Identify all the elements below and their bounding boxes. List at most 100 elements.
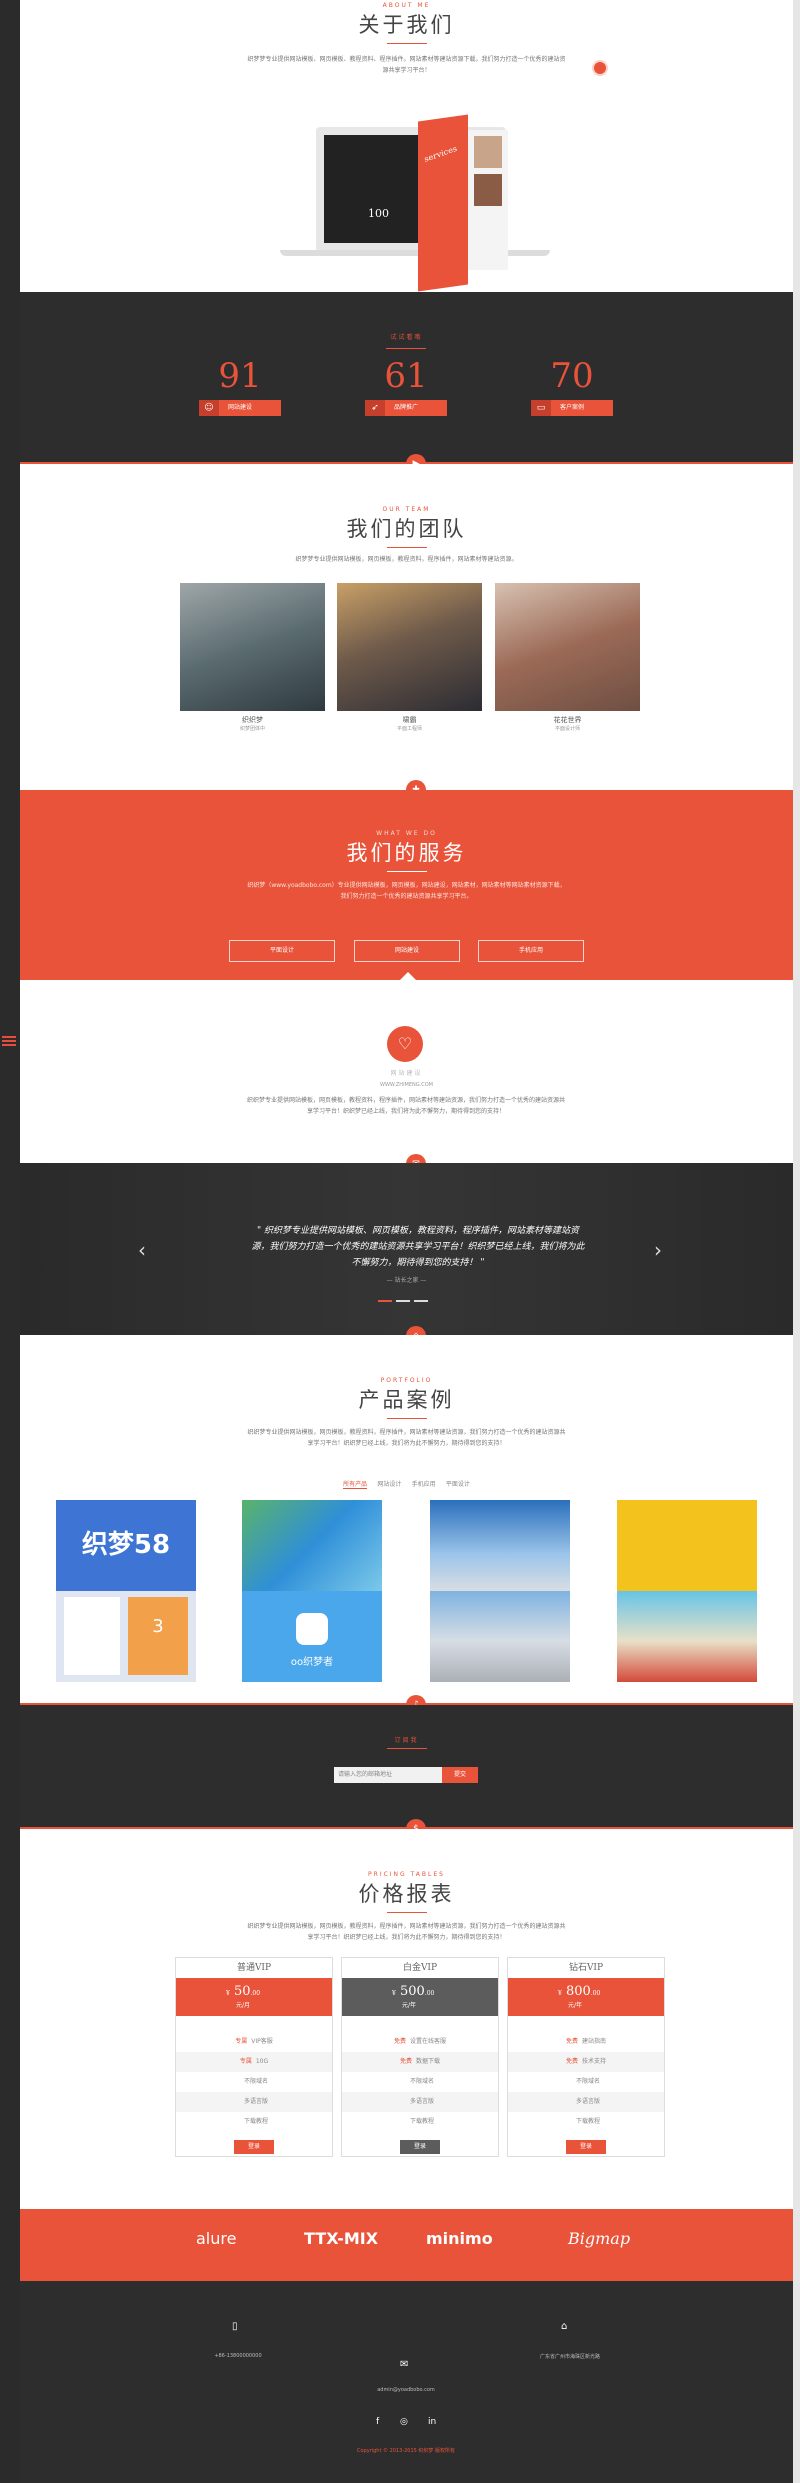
- member-name: 织织梦: [242, 716, 263, 724]
- case-image-top: [242, 1500, 382, 1591]
- stats-section: 试试看哦 91 ☺ 网站建设 61 ➶ 品牌推广 70 ▭ 客户案例: [20, 292, 793, 464]
- plan-price: ¥ 800.00: [558, 1984, 601, 1999]
- plan-feature: 下载教程: [243, 2118, 268, 2125]
- stats-subtitle: 试试看哦: [390, 334, 423, 341]
- next-arrow-icon[interactable]: ›: [654, 1238, 662, 1262]
- plan-buy-button[interactable]: 登录: [234, 2140, 274, 2154]
- plan-price-box: ¥ 50.00 元/月: [176, 1978, 332, 2016]
- plan-period: 元/年: [402, 2002, 417, 2009]
- pointer: [400, 972, 416, 980]
- services-desc: 织织梦（www.yoadbobo.com）专业提供网站模板，网页模板，网站建设，…: [247, 882, 566, 900]
- plan-feature: 下载教程: [575, 2118, 600, 2125]
- service-mobile-button[interactable]: 手机应用: [478, 940, 584, 962]
- linkedin-icon[interactable]: in: [428, 2417, 436, 2427]
- plan-price-box: ¥ 500.00 元/年: [342, 1978, 498, 2016]
- portfolio-desc: 织织梦专业提供网站模板，网页模板，教程资料，程序插件，网站素材等建站资源，我们努…: [247, 1429, 566, 1447]
- about-desc: 织梦梦专业提供网站模板、网页模板、教程资料、程序插件。网站素材等建站资源下载，我…: [247, 56, 566, 74]
- book-title: services: [423, 143, 458, 164]
- scrollbar[interactable]: [793, 0, 800, 2483]
- about-title: 关于我们: [358, 13, 455, 37]
- plan-feature: 免费 设置在线客服: [393, 2038, 447, 2045]
- plan-price: ¥ 500.00: [392, 1984, 435, 1999]
- plan-feature: 多语言版: [176, 2092, 332, 2112]
- tab-mobile[interactable]: 手机应用: [412, 1479, 436, 1488]
- divider: [386, 1912, 427, 1913]
- pricing-title: 价格报表: [358, 1882, 455, 1906]
- team-desc: 织梦梦专业提供网站模板，网页模板，教程资料，程序插件，网站素材等建站资源。: [295, 556, 518, 563]
- home-icon: ⌂: [561, 2321, 568, 2332]
- divider: [386, 871, 427, 872]
- service-graphic-button[interactable]: 平面设计: [229, 940, 335, 962]
- copyright: Copyright © 2013-2015 织织梦 版权所有: [356, 2448, 456, 2454]
- stat-number: 91: [218, 356, 262, 396]
- email-input[interactable]: 请输入您的邮箱地址: [334, 1767, 442, 1783]
- case-item[interactable]: [430, 1500, 570, 1682]
- case-image-top: [617, 1500, 757, 1591]
- case-image-bottom: [617, 1591, 757, 1682]
- case-item[interactable]: [617, 1500, 757, 1682]
- tab-graphic[interactable]: 平面设计: [446, 1479, 470, 1488]
- heart-icon: ♡: [387, 1026, 423, 1062]
- testimonial-author: — 站长之家 —: [386, 1277, 427, 1284]
- plan-platinum: 白金VIP ¥ 500.00 元/年 免费 设置在线客服 免费 数据下载 不限域名 …: [341, 1957, 499, 2157]
- pricing-section: PRICING TABLES 价格报表 织织梦专业提供网站模板，网页模板，教程资…: [20, 1829, 793, 2209]
- book-page: [468, 130, 508, 270]
- facebook-icon[interactable]: f: [376, 2417, 379, 2427]
- stat-label-bar: ▭ 客户案例: [531, 400, 613, 416]
- plan-feature: 免费 数据下载: [342, 2052, 498, 2072]
- case-item[interactable]: oo织梦者: [242, 1500, 382, 1682]
- brands-section: alure TTX-MIX minimo Bigmap: [20, 2209, 793, 2281]
- tab-all[interactable]: 所有产品: [343, 1479, 368, 1489]
- brand-logo[interactable]: alure: [196, 2229, 236, 2248]
- slider-dots[interactable]: [378, 1296, 428, 1304]
- divider: [386, 43, 427, 44]
- service-web-button[interactable]: 网站建设: [354, 940, 460, 962]
- plan-price-box: ¥ 800.00 元/年: [508, 1978, 664, 2016]
- cat-icon: ☺: [199, 400, 219, 416]
- weibo-icon[interactable]: ◎: [400, 2417, 408, 2427]
- plan-feature: 专属 VIP客服: [235, 2038, 273, 2045]
- case-logo: oo织梦者: [290, 1657, 334, 1668]
- laptop-icon: ▭: [531, 400, 551, 416]
- member-role: 平面设计师: [554, 726, 580, 732]
- brand-logo[interactable]: Bigmap: [568, 2229, 630, 2248]
- plan-feature: 不限域名: [575, 2078, 600, 2085]
- web-link[interactable]: WWW.ZHIMENG.COM: [20, 1080, 793, 1091]
- plan-feature: 多语言版: [342, 2092, 498, 2112]
- plan-buy-button[interactable]: 登录: [400, 2140, 440, 2154]
- team-title: 我们的团队: [346, 517, 467, 541]
- plan-feature: 免费 建站指南: [565, 2038, 607, 2045]
- team-subtitle: OUR TEAM: [382, 506, 431, 513]
- subscribe-button[interactable]: 提交: [442, 1767, 478, 1783]
- laptop-base: [280, 250, 550, 256]
- chat-icon[interactable]: [592, 60, 608, 76]
- about-subtitle: ABOUT ME: [382, 2, 431, 9]
- portfolio-subtitle: PORTFOLIO: [380, 1377, 433, 1384]
- member-photo: [337, 583, 482, 711]
- case-image-bottom: [430, 1591, 570, 1682]
- brand-logo[interactable]: TTX-MIX: [304, 2229, 378, 2248]
- plan-feature: 多语言版: [508, 2092, 664, 2112]
- menu-icon[interactable]: [2, 1034, 16, 1048]
- member-name: 啸霸: [402, 716, 417, 724]
- plan-name: 普通VIP: [236, 1963, 272, 1973]
- case-image-top: [430, 1500, 570, 1591]
- member-photo: [180, 583, 325, 711]
- team-member[interactable]: 花花世界 平面设计师: [495, 583, 640, 732]
- mail-icon: ✉: [400, 2359, 409, 2370]
- plan-feature: 不限域名: [409, 2078, 434, 2085]
- team-member[interactable]: 啸霸 平面工程师: [337, 583, 482, 732]
- plan-buy-button[interactable]: 登录: [566, 2140, 606, 2154]
- left-sidebar: [0, 0, 20, 2483]
- tab-web[interactable]: 网站设计: [377, 1479, 401, 1488]
- web-detail-section: ♡ 网站建设 WWW.ZHIMENG.COM 织织梦专业提供网站模板，网页模板，…: [20, 980, 793, 1163]
- prev-arrow-icon[interactable]: ‹: [138, 1238, 146, 1262]
- footer-section: ▯ +86-13800000000 ⌂ 广东省广州市海珠区新光路 ✉ admin…: [20, 2281, 793, 2483]
- pricing-subtitle: PRICING TABLES: [368, 1871, 445, 1878]
- case-item[interactable]: 织梦58 3: [56, 1500, 196, 1682]
- case-image-top: 织梦58: [56, 1500, 196, 1591]
- team-member[interactable]: 织织梦 织梦团体中: [180, 583, 325, 732]
- brand-logo[interactable]: minimo: [426, 2229, 493, 2248]
- plan-feature: 免费 技术支持: [508, 2052, 664, 2072]
- member-name: 花花世界: [553, 716, 582, 724]
